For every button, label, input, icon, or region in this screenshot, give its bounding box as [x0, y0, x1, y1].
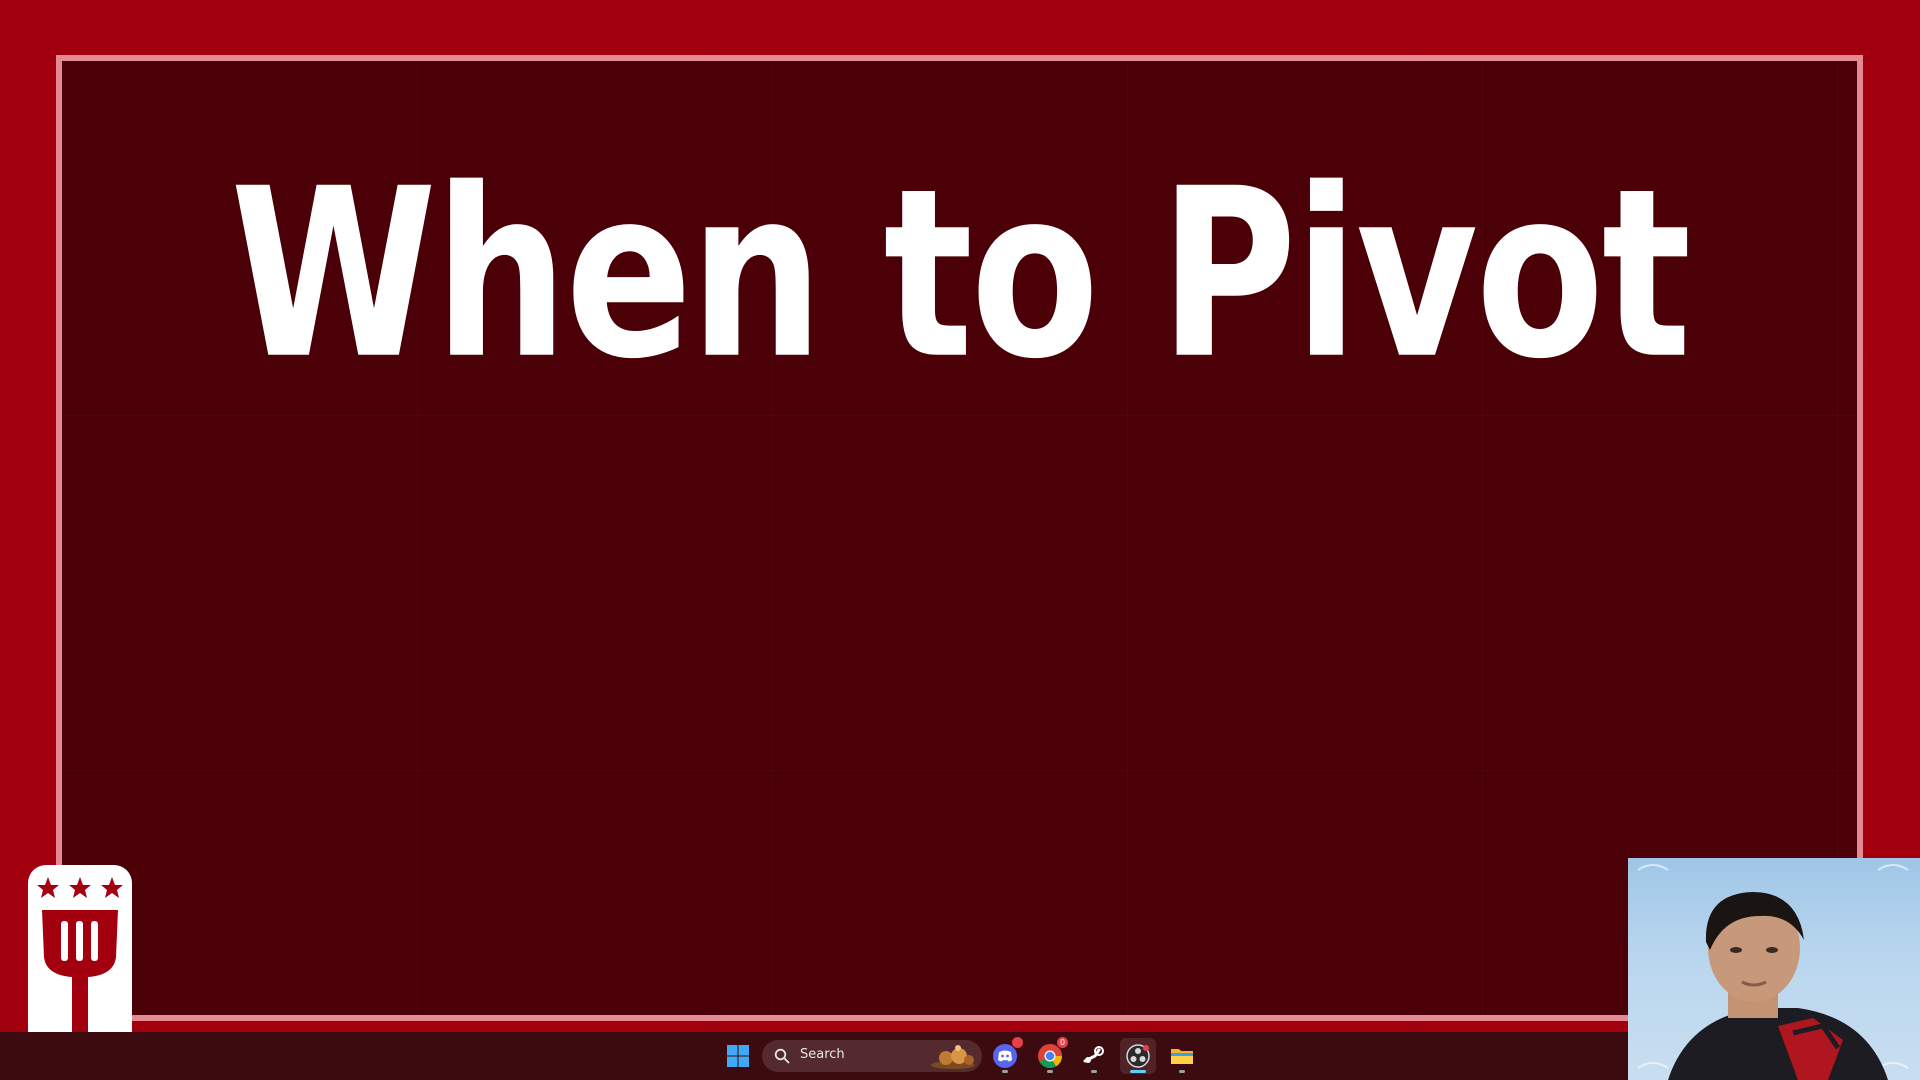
chrome-notification-badge: 0	[1057, 1037, 1068, 1048]
webcam-feed	[1628, 858, 1920, 1080]
windows-logo-icon	[727, 1045, 749, 1067]
taskbar-search-box[interactable]: Search	[762, 1040, 982, 1072]
discord-taskbar-button[interactable]	[987, 1037, 1023, 1074]
running-indicator	[1047, 1070, 1053, 1073]
running-indicator	[1002, 1070, 1008, 1073]
steam-icon	[1083, 1046, 1104, 1063]
webcam-person-silhouette	[1637, 864, 1909, 1080]
search-icon	[774, 1048, 790, 1064]
obs-icon	[1126, 1044, 1150, 1068]
steam-taskbar-button[interactable]	[1076, 1038, 1112, 1074]
chrome-taskbar-button[interactable]: 0	[1032, 1037, 1068, 1074]
search-highlight-illustration-icon	[931, 1045, 975, 1069]
stream-scene: When to Pivot 0 Search	[0, 0, 1920, 1080]
start-button[interactable]	[720, 1038, 756, 1074]
slide-panel: When to Pivot	[56, 55, 1863, 1021]
active-indicator	[1130, 1070, 1146, 1073]
running-indicator	[1179, 1070, 1185, 1073]
search-placeholder: Search	[800, 1047, 845, 1062]
discord-notification-badge	[1012, 1037, 1023, 1048]
channel-logo	[28, 865, 132, 1035]
spatula-stars-logo-icon	[37, 877, 123, 1035]
file-explorer-taskbar-button[interactable]	[1164, 1038, 1200, 1074]
obs-taskbar-button[interactable]	[1120, 1038, 1156, 1074]
folder-icon	[1171, 1049, 1193, 1064]
running-indicator	[1091, 1070, 1097, 1073]
slide-title: When to Pivot	[230, 139, 1691, 411]
